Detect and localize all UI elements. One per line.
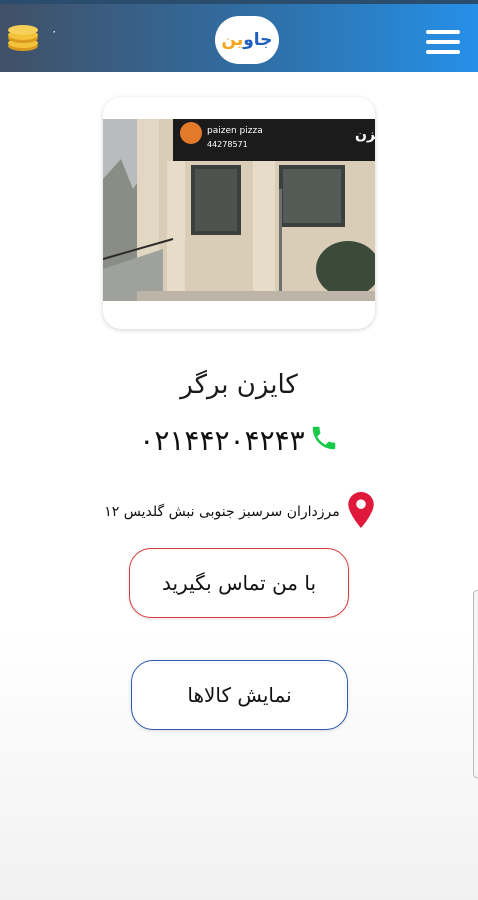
phone-icon[interactable] [309, 423, 339, 457]
menu-bar [426, 50, 460, 54]
phone-row[interactable]: ۰۲۱۴۴۲۰۴۲۴۳ [0, 420, 478, 460]
shop-photo-card: paizen pizza 44278571 کایزن [103, 97, 375, 329]
photo-sign-fa: کایزن [355, 127, 375, 143]
menu-bar [426, 40, 460, 44]
contact-me-button[interactable]: با من تماس بگیرید [129, 548, 349, 618]
address-row: مرزداران سرسبز جنوبی نبش گلدیس ۱۲ [0, 492, 478, 532]
show-products-button[interactable]: نمایش کالاها [131, 660, 348, 730]
shop-address: مرزداران سرسبز جنوبی نبش گلدیس ۱۲ [104, 504, 340, 520]
phone-number[interactable]: ۰۲۱۴۴۲۰۴۲۴۳ [139, 424, 304, 457]
shop-name: کایزن برگر [180, 370, 298, 400]
logo-text-main: جاو [243, 30, 273, 50]
app-logo[interactable]: جاوین [215, 16, 279, 64]
photo-sign-phone: 44278571 [207, 140, 248, 149]
coin-count: ۰ [51, 24, 58, 38]
photo-sign-en: paizen pizza [207, 126, 263, 136]
hamburger-menu-icon[interactable] [426, 30, 460, 54]
edge-scroll-handle[interactable] [473, 590, 478, 778]
shop-photo: paizen pizza 44278571 کایزن [103, 119, 375, 301]
app-header: ۰ جاوین [0, 4, 478, 72]
coins-icon[interactable] [6, 24, 40, 52]
menu-bar [426, 30, 460, 34]
location-pin-icon[interactable] [348, 492, 374, 532]
logo-text-accent: ین [221, 30, 244, 50]
